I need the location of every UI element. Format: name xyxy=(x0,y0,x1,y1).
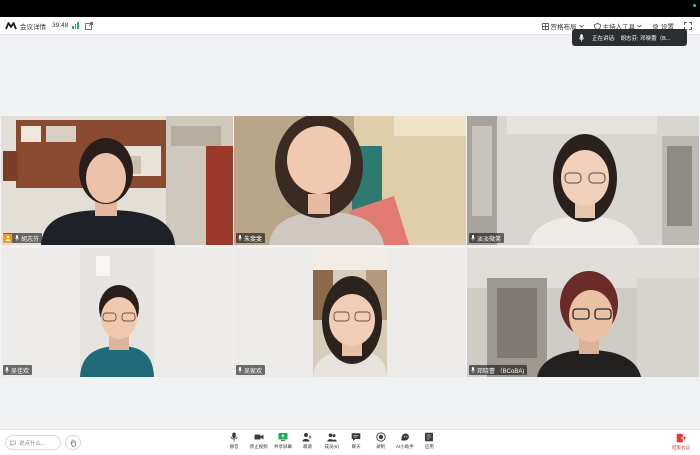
participant-video xyxy=(1,116,233,245)
participant-name: 胡志芬 xyxy=(21,236,40,243)
top-black-strip xyxy=(0,0,700,17)
end-meeting-button[interactable]: 结束会议 xyxy=(668,433,694,451)
mic-icon xyxy=(471,367,475,373)
chevron-down-icon xyxy=(578,24,584,28)
record-button[interactable]: 录制 xyxy=(368,432,392,454)
signal-strength-icon[interactable] xyxy=(72,22,79,29)
status-dot xyxy=(693,4,696,7)
participant-name-tag: 淡淡微笑 xyxy=(469,233,505,243)
participant-name-tag: 吴家欢 xyxy=(236,365,266,375)
speaking-label: 正在讲话: xyxy=(592,35,616,42)
participant-name: 吴佳欢 xyxy=(11,368,30,375)
members-button[interactable]: 成员(6) xyxy=(320,432,344,454)
grid-icon xyxy=(541,22,549,30)
raise-hand-button[interactable] xyxy=(65,435,81,450)
mic-icon xyxy=(238,367,242,373)
participant-name-tag: 邓晓蕾 （BCoBA) xyxy=(469,365,528,375)
invite-icon xyxy=(302,433,312,442)
participant-video xyxy=(234,248,466,377)
tool-label: 成员(6) xyxy=(324,444,340,449)
meeting-details-link[interactable]: 会议详情 xyxy=(20,21,46,31)
tool-label: 静音 xyxy=(229,444,239,449)
chat-bubble-icon xyxy=(10,440,16,446)
tool-label: 聊天 xyxy=(351,444,361,449)
participant-name: 吴家欢 xyxy=(244,368,263,375)
participant-name: 淡淡微笑 xyxy=(477,236,502,243)
participant-name-tag: 胡志芬 xyxy=(3,233,43,243)
video-tile-5[interactable]: 吴家欢 xyxy=(234,248,466,377)
video-tile-6[interactable]: 邓晓蕾 （BCoBA) xyxy=(467,248,699,377)
participant-video xyxy=(1,248,233,377)
chevron-down-icon xyxy=(637,24,642,28)
video-tile-2[interactable]: 朱斐斐 xyxy=(234,116,466,245)
participant-video xyxy=(467,248,699,377)
video-tile-1[interactable]: 胡志芬 xyxy=(1,116,233,245)
mic-icon xyxy=(230,432,238,442)
participant-video xyxy=(234,116,466,245)
host-badge-icon xyxy=(3,233,12,243)
apps-icon xyxy=(425,432,434,442)
mute-button[interactable]: 静音 xyxy=(222,432,246,454)
video-tile-3[interactable]: 淡淡微笑 xyxy=(467,116,699,245)
share-link-icon[interactable] xyxy=(84,21,93,30)
video-tile-4[interactable]: 吴佳欢 xyxy=(1,248,233,377)
tool-label: 停止视频 xyxy=(249,444,268,449)
members-icon xyxy=(327,433,337,442)
tool-label: 共享屏幕 xyxy=(273,444,292,449)
participant-name: 邓晓蕾 （BCoBA) xyxy=(477,368,525,375)
mic-icon xyxy=(15,235,19,241)
share-screen-icon xyxy=(278,433,288,442)
app-logo-icon xyxy=(5,21,17,29)
speaking-indicator: 正在讲话: 胡志芬; 邓晓蕾（B... xyxy=(572,29,687,46)
tool-label: 录制 xyxy=(376,444,386,449)
participant-name-tag: 朱斐斐 xyxy=(236,233,266,243)
share-screen-button[interactable]: 共享屏幕 xyxy=(271,432,295,454)
mic-icon xyxy=(471,235,475,241)
chat-placeholder: 说点什么... xyxy=(19,440,46,447)
participant-name-tag: 吴佳欢 xyxy=(3,365,33,375)
mic-icon xyxy=(579,33,584,42)
video-grid: 胡志芬 朱斐斐 淡淡微笑 吴佳欢 吴家欢 邓晓蕾 （BCoBA) xyxy=(0,35,700,429)
mic-icon xyxy=(238,235,242,241)
chat-icon xyxy=(351,433,361,441)
meeting-toolbar: 说点什么... 静音 停止视频 共享屏幕 邀请 成员(6) 聊天 录制 AI小助… xyxy=(0,429,700,455)
tool-label: AI小助手 xyxy=(396,444,414,449)
tool-label: 应用 xyxy=(424,444,434,449)
video-icon xyxy=(254,434,264,440)
speaking-names: 胡志芬; 邓晓蕾（B... xyxy=(620,35,671,42)
hand-icon xyxy=(70,439,76,447)
tool-label: 邀请 xyxy=(302,444,312,449)
exit-icon xyxy=(676,433,686,443)
toolbar-tools: 静音 停止视频 共享屏幕 邀请 成员(6) 聊天 录制 AI小助手 应用 xyxy=(222,432,442,454)
ai-assistant-button[interactable]: AI小助手 xyxy=(393,432,417,454)
invite-button[interactable]: 邀请 xyxy=(295,432,319,454)
meeting-timer: 39:48 xyxy=(52,22,69,29)
participant-name: 朱斐斐 xyxy=(244,236,263,243)
stop-video-button[interactable]: 停止视频 xyxy=(246,432,270,454)
mic-icon xyxy=(5,367,9,373)
apps-button[interactable]: 应用 xyxy=(417,432,441,454)
meeting-window: 会议详情 39:48 宫格布局 主持人工具 设置 正在讲话: 胡志芬; 邓晓蕾（… xyxy=(0,17,700,455)
record-icon xyxy=(375,432,386,442)
chat-button[interactable]: 聊天 xyxy=(344,432,368,454)
ai-icon xyxy=(401,433,409,441)
end-meeting-label: 结束会议 xyxy=(672,445,690,450)
chat-input[interactable]: 说点什么... xyxy=(5,435,61,450)
participant-video xyxy=(467,116,699,245)
